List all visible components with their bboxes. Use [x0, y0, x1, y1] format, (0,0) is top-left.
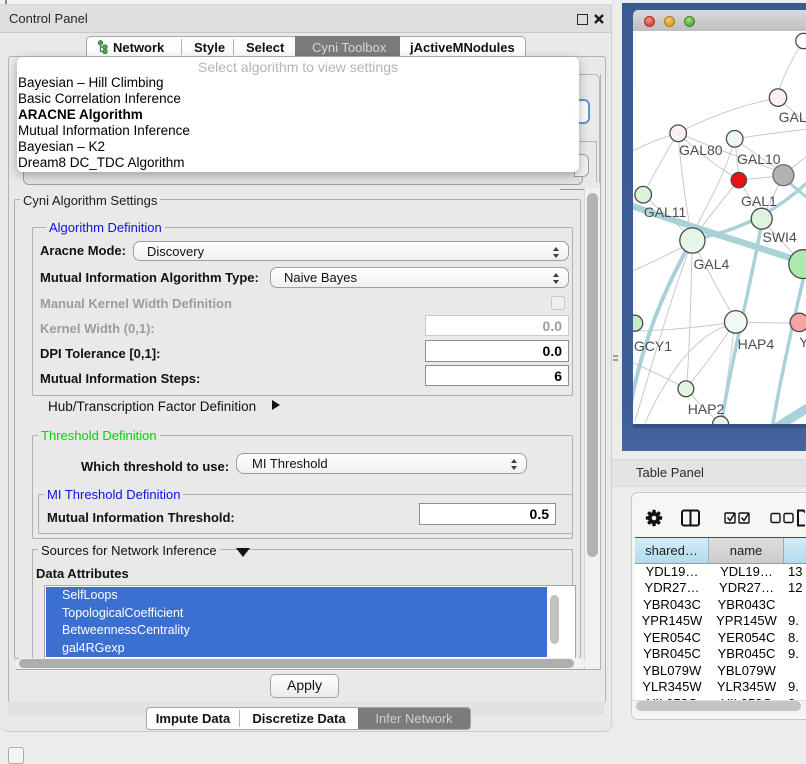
svg-text:Y: Y — [799, 334, 806, 350]
svg-text:GAL2: GAL2 — [779, 109, 806, 125]
svg-text:GAL80: GAL80 — [679, 142, 723, 158]
svg-text:SWI4: SWI4 — [763, 229, 797, 245]
svg-text:GAL4: GAL4 — [694, 256, 730, 272]
svg-text:GAL10: GAL10 — [737, 151, 781, 167]
svg-text:HAP2: HAP2 — [688, 401, 725, 417]
svg-text:GCY1: GCY1 — [634, 338, 672, 354]
svg-text:HAP4: HAP4 — [738, 336, 775, 352]
svg-text:GAL1: GAL1 — [741, 193, 777, 209]
svg-text:GAL11: GAL11 — [644, 204, 687, 220]
